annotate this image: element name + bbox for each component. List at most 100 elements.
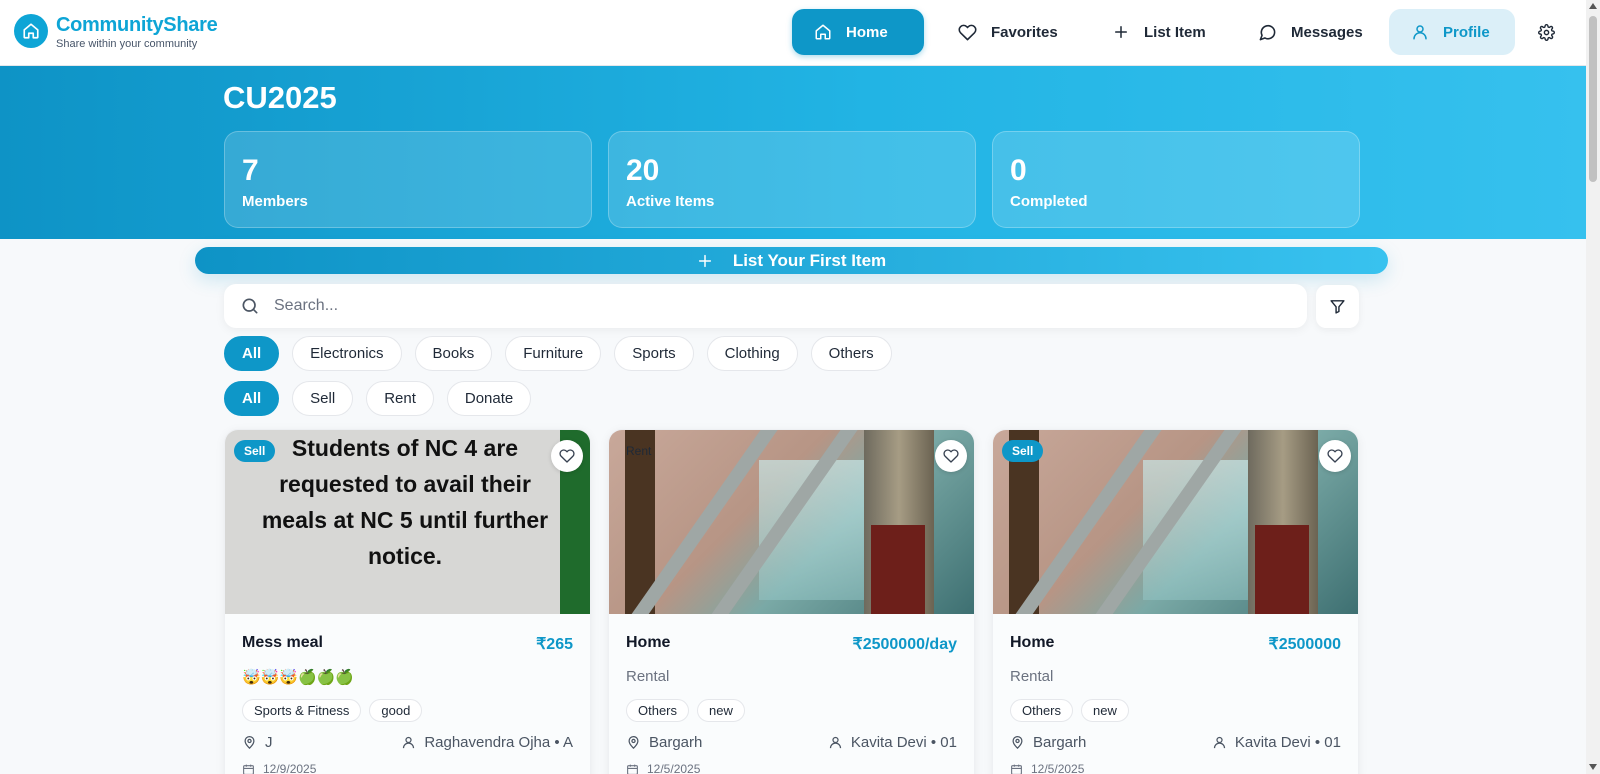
item-owner-label: Raghavendra Ojha • A [424,734,573,751]
item-card[interactable]: Sell Home ₹2500000 Rental Others new Bar… [992,429,1359,774]
item-owner: Raghavendra Ojha • A [401,734,573,751]
search-icon [242,298,258,314]
user-icon [403,736,415,749]
map-pin-icon [244,735,255,749]
item-photo[interactable]: Rent [609,430,974,614]
search-input[interactable] [274,297,1174,315]
condition-tag: good [369,699,423,722]
item-title: Mess meal [242,634,323,651]
favorite-button[interactable] [935,440,967,472]
brand-tagline: Share within your community [56,38,198,50]
stat-card-active-items: 20 Active Items [608,131,976,228]
listing-type-badge: Rent [626,444,652,458]
type-chip-donate[interactable]: Donate [446,381,532,416]
map-pin-icon [1012,735,1023,749]
item-location: Bargarh [626,734,702,751]
home-icon [815,24,831,40]
item-owner-label: Kavita Devi • 01 [1234,734,1341,751]
item-card[interactable]: Rent Home ₹2500000/day Rental Others new… [608,429,975,774]
item-date: 12/5/2025 [1010,762,1084,774]
category-chip-others[interactable]: Others [810,336,892,371]
map-pin-icon [628,735,639,749]
heart-icon [1327,449,1343,463]
item-tags: Others new [1010,699,1129,722]
item-description: 🤯🤯🤯🍏🍏🍏 [242,669,355,686]
listing-type-badge: Sell [234,440,276,462]
plus-icon [1115,26,1127,38]
category-chip-furniture[interactable]: Furniture [505,336,602,371]
listing-type-filter-row: All Sell Rent Donate [224,381,532,416]
item-date-label: 12/5/2025 [647,762,701,774]
category-chip-all[interactable]: All [224,336,280,371]
item-card[interactable]: Students of NC 4 are requested to avail … [224,429,591,774]
item-location: Bargarh [1010,734,1086,751]
list-first-item-button[interactable]: List Your First Item [195,247,1388,274]
photo-notice-text: Students of NC 4 are requested to avail … [261,435,549,569]
nav-favorites-button[interactable]: Favorites [936,9,1080,55]
message-icon [1259,24,1276,40]
scroll-up-arrow-icon[interactable] [1589,3,1597,9]
stat-label: Completed [1010,193,1088,210]
type-chip-rent[interactable]: Rent [366,381,434,416]
item-tags: Others new [626,699,745,722]
user-icon [829,736,841,749]
category-chip-clothing[interactable]: Clothing [706,336,798,371]
nav-list-item-button[interactable]: List Item [1090,9,1228,55]
community-title: CU2025 [223,80,337,115]
item-photo[interactable]: Students of NC 4 are requested to avail … [225,430,590,614]
brand-name[interactable]: CommunityShare [56,14,218,37]
condition-tag: new [697,699,745,722]
category-tag: Sports & Fitness [242,699,362,722]
category-chip-electronics[interactable]: Electronics [292,336,402,371]
item-date: 12/5/2025 [626,762,700,774]
community-hero: CU2025 7 Members 20 Active Items 0 Compl… [0,66,1586,239]
filter-button[interactable] [1316,285,1359,328]
scroll-thumb[interactable] [1589,16,1597,182]
filter-icon [1330,300,1345,314]
plus-icon [698,254,711,267]
stat-value: 7 [242,154,259,187]
category-chip-books[interactable]: Books [414,336,493,371]
nav-home-button[interactable]: Home [792,9,924,55]
search-bar [224,284,1307,328]
item-location: J [242,734,273,751]
top-header: CommunityShare Share within your communi… [0,0,1586,66]
settings-button[interactable] [1536,20,1556,44]
home-icon[interactable] [14,14,48,48]
page-scrollbar[interactable] [1586,0,1600,774]
item-tags: Sports & Fitness good [242,699,423,722]
type-chip-all[interactable]: All [224,381,280,416]
heart-icon [958,24,977,40]
user-icon [1213,736,1225,749]
nav-list-item-label: List Item [1144,23,1206,41]
nav-profile-button[interactable]: Profile [1389,9,1515,55]
scroll-down-arrow-icon[interactable] [1589,764,1597,770]
nav-messages-button[interactable]: Messages [1236,9,1385,55]
item-description: Rental [1010,668,1054,685]
item-location-label: J [265,734,273,751]
category-tag: Others [626,699,690,722]
item-title: Home [1010,634,1055,651]
nav-profile-label: Profile [1443,23,1490,41]
item-owner: Kavita Devi • 01 [828,734,957,751]
stat-value: 20 [626,154,660,187]
stat-label: Active Items [626,193,715,210]
item-owner-label: Kavita Devi • 01 [850,734,957,751]
item-location-label: Bargarh [649,734,703,751]
favorite-button[interactable] [1319,440,1351,472]
item-title: Home [626,634,671,651]
type-chip-sell[interactable]: Sell [292,381,354,416]
item-price: ₹2500000/day [852,636,957,653]
user-icon [1413,25,1427,40]
category-tag: Others [1010,699,1074,722]
stat-value: 0 [1010,154,1027,187]
calendar-icon [243,764,254,774]
calendar-icon [627,764,638,774]
favorite-button[interactable] [551,440,583,472]
item-photo[interactable]: Sell [993,430,1358,614]
item-owner: Kavita Devi • 01 [1212,734,1341,751]
stat-label: Members [242,193,308,210]
calendar-icon [1011,764,1022,774]
category-chip-sports[interactable]: Sports [614,336,694,371]
heart-icon [943,449,959,463]
